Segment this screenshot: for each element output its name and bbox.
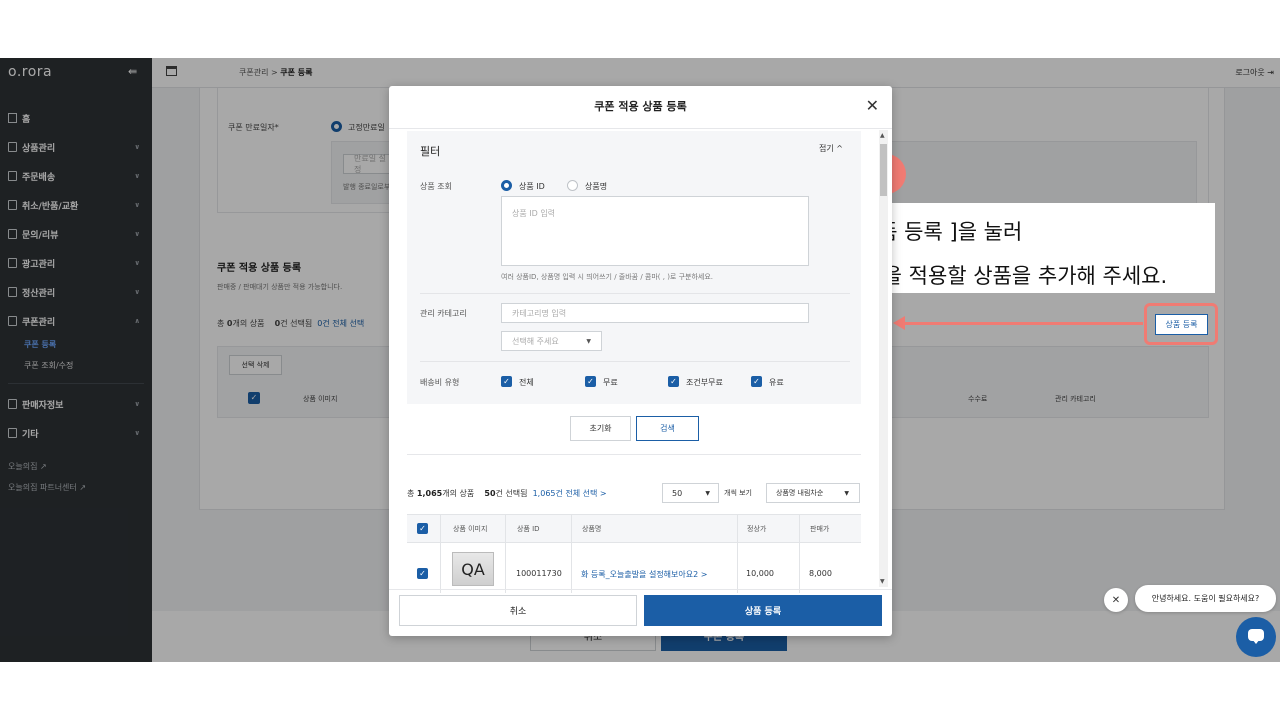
lookup-label: 상품 조회 [420, 182, 452, 191]
col-divider [571, 543, 572, 593]
col-header-price: 정상가 [747, 525, 767, 533]
product-thumbnail: QA [452, 552, 494, 586]
checkbox-shipping-all[interactable]: ✓ [501, 376, 512, 387]
arrow-left-icon [893, 316, 905, 330]
radio-product-name[interactable] [567, 180, 578, 191]
col-divider [440, 543, 441, 593]
modal-title: 쿠폰 적용 상품 등록 [594, 100, 687, 113]
highlight-box [1144, 303, 1218, 345]
chat-bubble-icon [1248, 629, 1264, 644]
checkbox-shipping-all-label: 전체 [519, 378, 534, 387]
section-divider [407, 454, 861, 455]
close-icon[interactable]: ✕ [866, 96, 879, 115]
scroll-up-icon[interactable]: ▲ [880, 132, 885, 139]
radio-product-id[interactable] [501, 180, 512, 191]
col-divider [737, 515, 738, 544]
lookup-hint: 여러 상품ID, 상품명 입력 시 띄어쓰기 / 줄바꿈 / 콤마( , )로 … [501, 273, 714, 281]
col-divider [505, 515, 506, 544]
col-header-sale: 판매가 [810, 525, 830, 533]
radio-product-id-label: 상품 ID [519, 182, 545, 191]
scroll-down-icon[interactable]: ▼ [880, 578, 885, 585]
category-label: 관리 카테고리 [420, 309, 467, 318]
checkbox-shipping-free-label: 무료 [603, 378, 618, 387]
col-divider [571, 515, 572, 544]
modal-cancel-button[interactable]: 취소 [399, 595, 637, 626]
filter-divider [420, 361, 850, 362]
scroll-thumb[interactable] [880, 144, 887, 196]
result-summary: 총 1,065개의 상품 50건 선택됨 1,065건 전체 선택 > [407, 489, 607, 498]
sort-select[interactable]: 상품명 내림차순 ▼ [766, 483, 860, 503]
checkbox-shipping-conditional[interactable]: ✓ [668, 376, 679, 387]
search-button[interactable]: 검색 [636, 416, 699, 441]
col-header-id: 상품 ID [517, 525, 540, 533]
chat-launcher-button[interactable] [1236, 617, 1276, 657]
product-register-modal: 쿠폰 적용 상품 등록 ✕ ▲ ▼ 필터 접기 ^ 상품 조회 상품 ID 상품… [389, 86, 892, 636]
filter-divider [420, 293, 850, 294]
col-divider [799, 543, 800, 593]
instruction-line-2: 쿠폰을 적용할 상품을 추가해 주세요. [844, 264, 1168, 288]
cell-product-name[interactable]: 화 등록_오늘출발을 설정해보아요2 > [581, 569, 707, 580]
col-divider [737, 543, 738, 593]
caret-down-icon: ▼ [705, 489, 710, 497]
shipping-label: 배송비 유형 [420, 378, 460, 387]
modal-header-divider [389, 128, 892, 129]
modal-register-button[interactable]: 상품 등록 [644, 595, 882, 626]
category-input[interactable]: 카테고리명 입력 [501, 303, 809, 323]
select-all-link[interactable]: 1,065건 전체 선택 > [533, 489, 607, 498]
col-divider [440, 515, 441, 544]
table-row[interactable]: ✓ QA 100011730 화 등록_오늘출발을 설정해보아요2 > 10,0… [407, 543, 861, 593]
filter-title: 필터 [420, 145, 441, 158]
filter-fold-button[interactable]: 접기 ^ [819, 143, 843, 154]
radio-product-name-label: 상품명 [585, 182, 608, 191]
row-checkbox[interactable]: ✓ [417, 568, 428, 579]
per-page-select[interactable]: 50 ▼ [662, 483, 719, 503]
caret-down-icon: ▼ [586, 337, 591, 345]
chat-close-icon[interactable]: ✕ [1104, 588, 1128, 612]
cell-product-id: 100011730 [516, 569, 562, 578]
product-id-textarea[interactable]: 상품 ID 입력 [501, 196, 809, 266]
reset-button[interactable]: 초기화 [570, 416, 631, 441]
cell-sale-price: 8,000 [809, 569, 832, 578]
modal-scrollbar[interactable]: ▲ ▼ [879, 130, 888, 587]
pointer-arrow [903, 322, 1143, 325]
chat-greeting[interactable]: 안녕하세요. 도움이 필요하세요? [1135, 585, 1276, 612]
checkbox-shipping-paid[interactable]: ✓ [751, 376, 762, 387]
col-divider [505, 543, 506, 593]
category-select[interactable]: 선택해 주세요 ▼ [501, 331, 602, 351]
col-divider [799, 515, 800, 544]
per-page-label: 개씩 보기 [724, 489, 752, 497]
filter-panel: 필터 접기 ^ 상품 조회 상품 ID 상품명 상품 ID 입력 여러 상품ID… [407, 131, 861, 404]
caret-down-icon: ▼ [844, 489, 849, 497]
col-header-image: 상품 이미지 [453, 525, 488, 533]
modal-footer-divider [389, 589, 892, 590]
col-header-name: 상품명 [582, 525, 602, 533]
checkbox-shipping-paid-label: 유료 [769, 378, 784, 387]
checkbox-shipping-free[interactable]: ✓ [585, 376, 596, 387]
cell-price: 10,000 [746, 569, 774, 578]
table-header: ✓ 상품 이미지 상품 ID 상품명 정상가 판매가 [407, 514, 861, 544]
header-checkbox[interactable]: ✓ [417, 523, 428, 534]
checkbox-shipping-conditional-label: 조건부무료 [686, 378, 723, 387]
